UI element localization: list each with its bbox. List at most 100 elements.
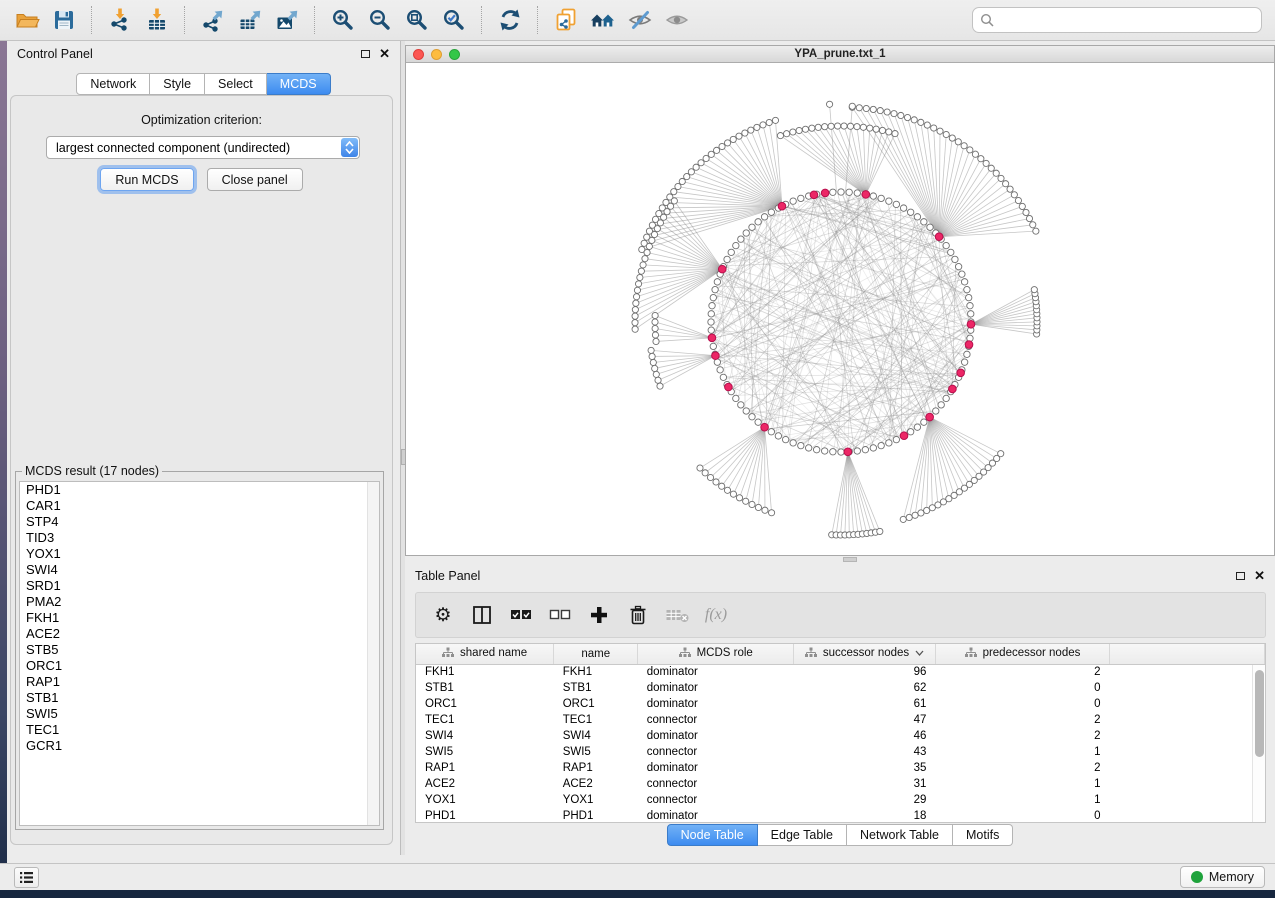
tab-mcds[interactable]: MCDS [267,73,331,95]
first-neighbors-button[interactable] [584,3,621,37]
tab-style[interactable]: Style [150,73,205,95]
delete-columns-button[interactable] [625,602,651,628]
mcds-result-item[interactable]: SRD1 [20,578,379,594]
mcds-result-item[interactable]: STB5 [20,642,379,658]
hide-selected-button[interactable] [621,3,658,37]
open-file-button[interactable] [8,3,45,37]
mcds-result-listbox[interactable]: PHD1CAR1STP4TID3YOX1SWI4SRD1PMA2FKH1ACE2… [19,481,380,826]
mcds-result-item[interactable]: ACE2 [20,626,379,642]
network-window-titlebar[interactable]: YPA_prune.txt_1 [406,46,1274,63]
table-row[interactable]: STB1STB1dominator620 [416,680,1265,696]
column-header-MCDS-role[interactable]: MCDS role [638,644,794,664]
close-panel-icon[interactable]: ✕ [1254,571,1265,581]
show-all-button[interactable] [658,3,695,37]
table-cell: 18 [794,808,936,824]
criterion-select[interactable]: largest connected component (undirected) [46,136,360,159]
table-row[interactable]: ACE2ACE2connector311 [416,776,1265,792]
export-image-button[interactable] [268,3,305,37]
mcds-result-item[interactable]: PHD1 [20,482,379,498]
mcds-result-item[interactable]: SWI4 [20,562,379,578]
table-toolbar: ⚙ [415,592,1266,638]
scrollbar-thumb[interactable] [1255,670,1264,757]
tab-network-table[interactable]: Network Table [847,824,953,846]
mcds-result-item[interactable]: STB1 [20,690,379,706]
zoom-selected-button[interactable] [435,3,472,37]
column-label: shared name [460,647,527,659]
float-panel-icon[interactable] [361,50,370,58]
new-network-from-selection-button[interactable] [547,3,584,37]
splitter-grip[interactable] [843,557,857,562]
function-builder-button[interactable]: f(x) [703,602,729,628]
import-table-button[interactable] [138,3,175,37]
mcds-result-item[interactable]: YOX1 [20,546,379,562]
import-network-button[interactable] [101,3,138,37]
column-header-name[interactable]: name [554,644,638,664]
mcds-result-item[interactable]: TID3 [20,530,379,546]
horizontal-splitter[interactable] [405,556,1275,563]
column-header-predecessor-nodes[interactable]: predecessor nodes [935,644,1109,664]
tab-network[interactable]: Network [76,73,150,95]
table-cell: connector [638,712,794,728]
close-panel-icon[interactable]: ✕ [379,49,390,59]
memory-button[interactable]: Memory [1180,866,1265,888]
mcds-result-item[interactable]: GCR1 [20,738,379,754]
refresh-icon [497,7,523,33]
table-cell: SWI4 [554,728,638,744]
export-network-button[interactable] [194,3,231,37]
tab-select[interactable]: Select [205,73,267,95]
mcds-result-item[interactable]: RAP1 [20,674,379,690]
export-table-button[interactable] [231,3,268,37]
mcds-result-item[interactable]: SWI5 [20,706,379,722]
mcds-result-item[interactable]: TEC1 [20,722,379,738]
mcds-result-item[interactable]: FKH1 [20,610,379,626]
tab-edge-table[interactable]: Edge Table [758,824,847,846]
delete-table-button[interactable] [664,602,690,628]
column-header-successor-nodes[interactable]: successor nodes [794,644,936,664]
mcds-result-item[interactable]: CAR1 [20,498,379,514]
search-input[interactable] [972,7,1262,33]
table-cell: FKH1 [416,664,554,680]
mcds-result-item[interactable]: ORC1 [20,658,379,674]
select-all-rows-button[interactable] [508,602,534,628]
optimization-criterion-label: Optimization criterion: [11,113,392,127]
table-row[interactable]: YOX1YOX1connector291 [416,792,1265,808]
table-cell-filler [1110,664,1265,680]
table-row[interactable]: FKH1FKH1dominator962 [416,664,1265,680]
shared-column-icon [679,647,691,658]
toolbar-search [972,7,1262,33]
table-scrollbar[interactable] [1252,665,1265,822]
deselect-all-rows-button[interactable] [547,602,573,628]
table-cell: ORC1 [554,696,638,712]
refresh-view-button[interactable] [491,3,528,37]
table-row[interactable]: PHD1PHD1dominator180 [416,808,1265,824]
list-scrollbar[interactable] [367,482,379,825]
table-row[interactable]: ORC1ORC1dominator610 [416,696,1265,712]
task-history-button[interactable] [14,867,39,888]
table-cell: RAP1 [416,760,554,776]
table-cell: 1 [935,776,1109,792]
criterion-selected-value: largest connected component (undirected) [47,141,341,155]
zoom-fit-button[interactable] [398,3,435,37]
mcds-result-item[interactable]: STP4 [20,514,379,530]
save-session-button[interactable] [45,3,82,37]
zoom-in-button[interactable] [324,3,361,37]
tab-motifs[interactable]: Motifs [953,824,1013,846]
table-row[interactable]: RAP1RAP1dominator352 [416,760,1265,776]
network-canvas[interactable] [406,64,1274,555]
export-network-icon [200,7,226,33]
create-column-button[interactable] [586,602,612,628]
table-row[interactable]: SWI4SWI4dominator462 [416,728,1265,744]
table-row[interactable]: SWI5SWI5connector431 [416,744,1265,760]
float-panel-icon[interactable] [1236,572,1245,580]
table-cell: 35 [794,760,936,776]
mcds-result-item[interactable]: PMA2 [20,594,379,610]
run-mcds-button[interactable]: Run MCDS [100,168,193,191]
zoom-out-button[interactable] [361,3,398,37]
table-panel-title: Table Panel [415,569,480,583]
tab-node-table[interactable]: Node Table [667,824,758,846]
show-columns-button[interactable] [469,602,495,628]
table-settings-button[interactable]: ⚙ [430,602,456,628]
column-header-shared-name[interactable]: shared name [416,644,554,664]
table-row[interactable]: TEC1TEC1connector472 [416,712,1265,728]
close-panel-button[interactable]: Close panel [207,168,303,191]
